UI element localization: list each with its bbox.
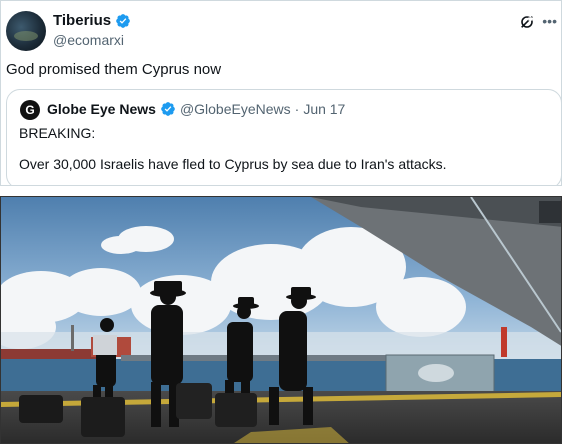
more-icon[interactable]: ••• — [542, 14, 557, 28]
tweet-text: God promised them Cyprus now — [6, 61, 222, 78]
grok-icon[interactable] — [519, 14, 535, 30]
photo-scene — [1, 197, 561, 443]
author-name-row[interactable]: Tiberius — [53, 12, 131, 29]
quoted-author-logo[interactable]: G — [20, 100, 40, 120]
quoted-body-text: Over 30,000 Israelis have fled to Cyprus… — [19, 156, 447, 172]
verified-badge-icon — [116, 13, 130, 28]
quoted-tweet[interactable]: G Globe Eye News @GlobeEyeNews · Jun 17 … — [6, 89, 561, 185]
logo-letter: G — [25, 103, 35, 117]
separator-dot: · — [294, 101, 300, 117]
quoted-header: Globe Eye News @GlobeEyeNews · Jun 17 — [47, 101, 345, 117]
author-avatar[interactable] — [6, 11, 46, 51]
quoted-author-handle[interactable]: @GlobeEyeNews — [180, 101, 291, 117]
tweet-card[interactable]: Tiberius @ecomarxi ••• God promised them… — [0, 0, 562, 186]
author-handle[interactable]: @ecomarxi — [53, 32, 124, 48]
quoted-verified-badge-icon — [161, 102, 175, 116]
quoted-author-name[interactable]: Globe Eye News — [47, 101, 156, 117]
quoted-breaking-label: BREAKING: — [19, 125, 96, 141]
author-name[interactable]: Tiberius — [53, 12, 111, 29]
attached-photo[interactable] — [0, 196, 562, 444]
quoted-date[interactable]: Jun 17 — [303, 101, 345, 117]
avatar-detail — [14, 31, 38, 41]
